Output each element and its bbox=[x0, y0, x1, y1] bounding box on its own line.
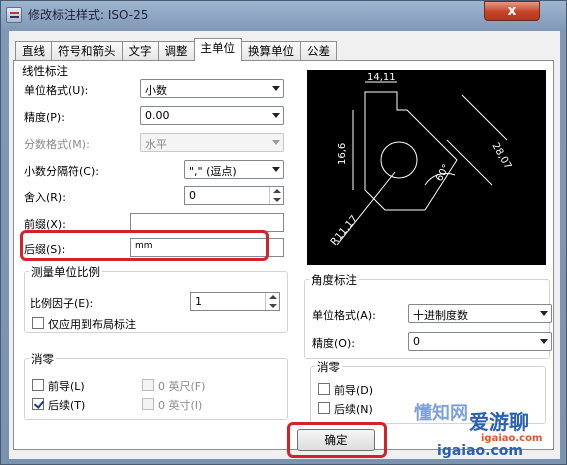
primary-units-page: 线性标注 单位格式(U): 小数 精度(P): 0.00 分数格式(M): 水平… bbox=[13, 60, 554, 450]
tab-tolerances[interactable]: 公差 bbox=[300, 41, 337, 61]
scale-factor-label: 比例因子(E): bbox=[30, 297, 94, 310]
preview-hole-circle bbox=[380, 141, 418, 179]
ok-highlight-box bbox=[287, 422, 387, 458]
window-title: 修改标注样式: ISO-25 bbox=[28, 8, 149, 22]
preview-dim-angle: 60° bbox=[434, 163, 452, 184]
chevron-down-icon bbox=[540, 311, 548, 316]
angular-trailing-label: 后续(N) bbox=[334, 403, 373, 416]
chevron-down-icon bbox=[272, 167, 280, 172]
precision-select[interactable]: 0.00 bbox=[140, 106, 284, 125]
tab-primary-units[interactable]: 主单位 bbox=[193, 38, 242, 61]
angular-unit-format-value: 十进制度数 bbox=[413, 309, 468, 322]
unit-format-label: 单位格式(U): bbox=[24, 84, 89, 97]
unit-format-select[interactable]: 小数 bbox=[140, 79, 284, 98]
tab-alternate-units[interactable]: 换算单位 bbox=[241, 41, 301, 61]
decimal-separator-label: 小数分隔符(C): bbox=[24, 165, 99, 178]
zero-inches-checkbox[interactable] bbox=[142, 398, 154, 410]
round-off-spinner[interactable]: 0 bbox=[184, 186, 284, 205]
spinner-arrows-icon[interactable] bbox=[265, 293, 279, 310]
fraction-format-select[interactable]: 水平 bbox=[140, 133, 284, 152]
spinner-arrows-icon[interactable] bbox=[269, 187, 283, 204]
angular-leading-checkbox[interactable] bbox=[318, 383, 330, 395]
scale-group-title: 测量单位比例 bbox=[29, 264, 102, 280]
angular-precision-select[interactable]: 0 bbox=[408, 332, 552, 351]
tab-strip: 直线 符号和箭头 文字 调整 主单位 换算单位 公差 bbox=[15, 38, 337, 61]
preview-drawing: 14,11 16,6 28,07 60° R11,17 bbox=[329, 72, 513, 248]
preview-dim-line bbox=[446, 139, 493, 186]
angular-trailing-checkbox[interactable] bbox=[318, 402, 330, 414]
zero-inches-label: 0 英寸(I) bbox=[158, 399, 203, 412]
preview-dim-radius: R11,17 bbox=[329, 214, 360, 248]
leading-zero-checkbox[interactable] bbox=[32, 379, 44, 391]
linear-group-title: 线性标注 bbox=[20, 63, 70, 79]
watermark-text-2: 爱游聊 bbox=[469, 410, 529, 434]
zero-feet-checkbox[interactable] bbox=[142, 379, 154, 391]
round-off-value: 0 bbox=[189, 189, 196, 202]
precision-value: 0.00 bbox=[145, 109, 170, 122]
fraction-format-label: 分数格式(M): bbox=[24, 138, 90, 151]
round-off-label: 舍入(R): bbox=[24, 191, 66, 204]
tab-lines[interactable]: 直线 bbox=[15, 41, 52, 61]
trailing-zero-label: 后续(T) bbox=[48, 399, 86, 412]
chevron-down-icon bbox=[272, 86, 280, 91]
angular-group-title: 角度标注 bbox=[309, 272, 359, 288]
leading-zero-label: 前导(L) bbox=[48, 380, 85, 393]
layout-only-label: 仅应用到布局标注 bbox=[48, 318, 136, 331]
preview-pane: 14,11 16,6 28,07 60° R11,17 bbox=[307, 70, 546, 265]
dialog-window: 修改标注样式: ISO-25 x 直线 符号和箭头 文字 调整 主单位 换算单位… bbox=[0, 0, 567, 465]
scale-factor-value: 1 bbox=[195, 295, 202, 308]
app-icon bbox=[6, 7, 22, 23]
precision-label: 精度(P): bbox=[24, 111, 65, 124]
angular-precision-label: 精度(O): bbox=[312, 337, 355, 350]
angular-unit-format-select[interactable]: 十进制度数 bbox=[408, 304, 552, 323]
suffix-highlight-box bbox=[20, 230, 269, 261]
preview-dim-left: 16,6 bbox=[337, 143, 348, 165]
angular-unit-format-label: 单位格式(A): bbox=[312, 309, 376, 322]
tab-fit[interactable]: 调整 bbox=[157, 41, 195, 61]
preview-dim-right: 28,07 bbox=[489, 141, 513, 171]
dialog-client: 直线 符号和箭头 文字 调整 主单位 换算单位 公差 线性标注 单位格式(U):… bbox=[9, 31, 560, 459]
watermark-text-1: 懂知网 bbox=[414, 403, 468, 424]
preview-dim-line bbox=[461, 94, 508, 141]
trailing-zero-checkbox[interactable] bbox=[32, 398, 44, 410]
angular-precision-value: 0 bbox=[413, 335, 420, 348]
chevron-down-icon bbox=[272, 113, 280, 118]
close-button[interactable]: x bbox=[484, 1, 540, 21]
decimal-separator-select[interactable]: "," (逗点) bbox=[184, 160, 284, 179]
zero-feet-label: 0 英尺(F) bbox=[158, 380, 206, 393]
watermark-text-3: igaiao.com bbox=[437, 443, 523, 459]
tab-symbols-arrows[interactable]: 符号和箭头 bbox=[51, 41, 123, 61]
unit-format-value: 小数 bbox=[145, 84, 167, 97]
chevron-down-icon bbox=[540, 339, 548, 344]
zero-suppression-title: 消零 bbox=[29, 351, 56, 367]
angular-zero-suppression-title: 消零 bbox=[315, 359, 342, 375]
preview-dim-top: 14,11 bbox=[367, 72, 396, 83]
angular-leading-label: 前导(D) bbox=[334, 384, 374, 397]
chevron-down-icon bbox=[272, 140, 280, 145]
decimal-separator-value: "," (逗点) bbox=[189, 165, 237, 178]
scale-factor-spinner[interactable]: 1 bbox=[190, 292, 280, 311]
fraction-format-value: 水平 bbox=[145, 138, 167, 151]
layout-only-checkbox[interactable] bbox=[32, 317, 44, 329]
tab-text[interactable]: 文字 bbox=[121, 41, 159, 61]
title-bar: 修改标注样式: ISO-25 x bbox=[1, 1, 567, 29]
